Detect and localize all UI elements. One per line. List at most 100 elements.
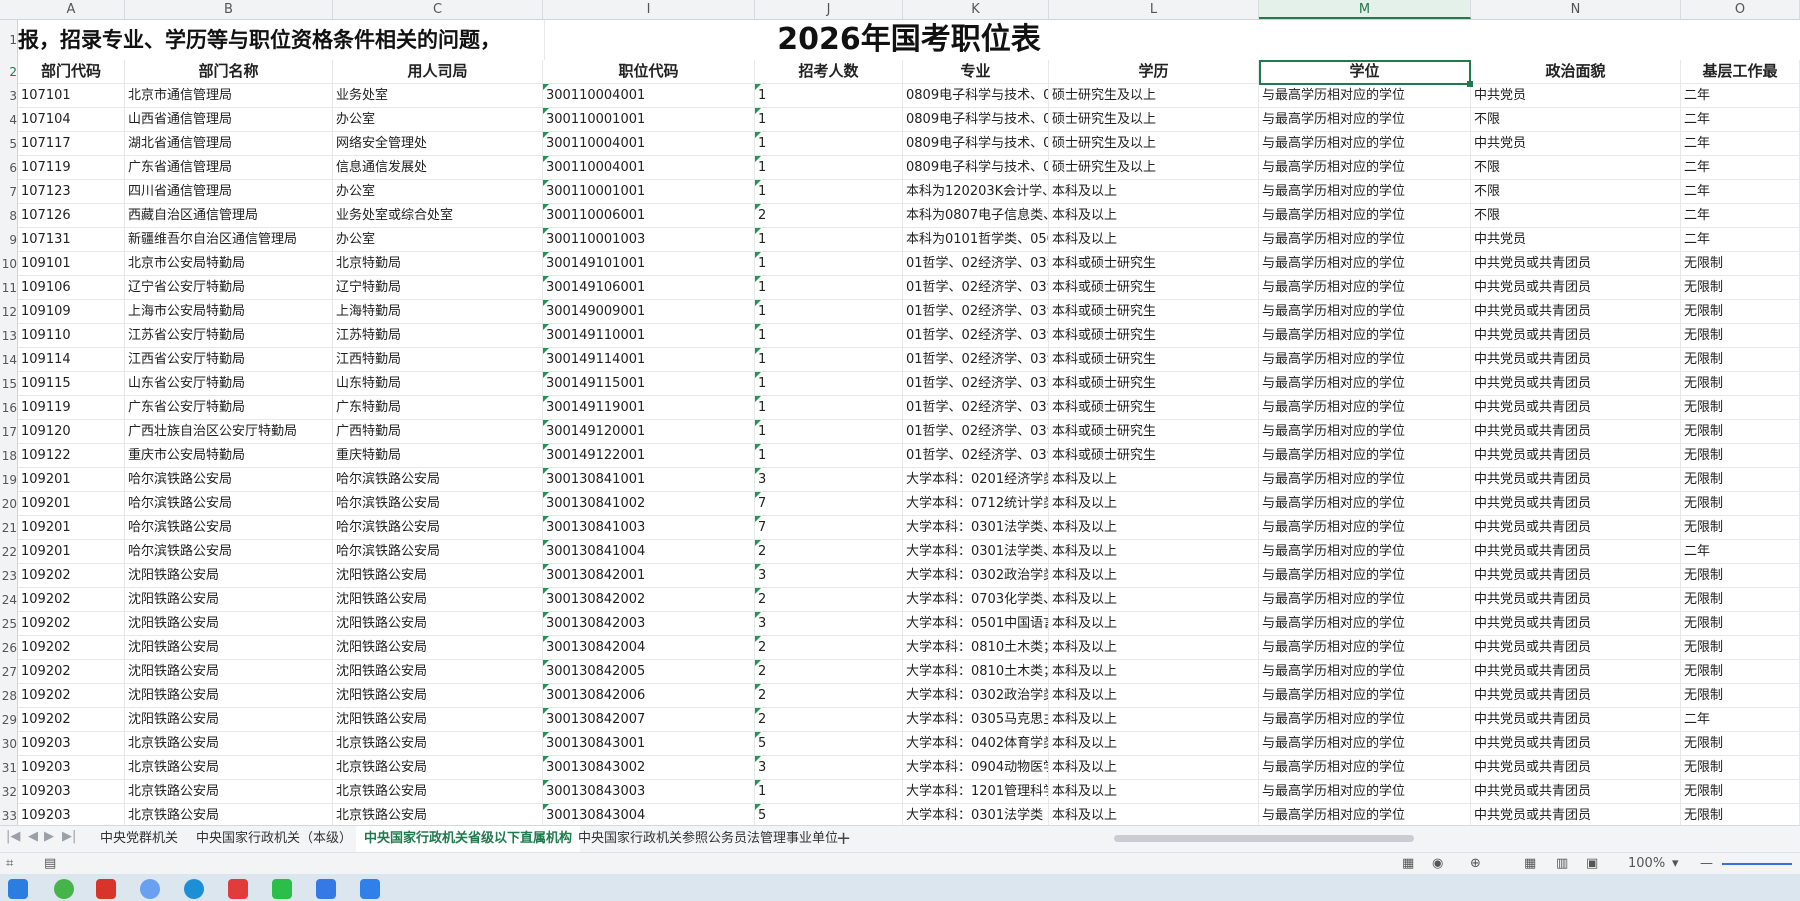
sheet-title[interactable]: 2026年国考职位表 (544, 20, 1274, 60)
table-cell[interactable]: 107117 (18, 132, 125, 156)
table-cell[interactable]: 山东特勤局 (333, 372, 543, 396)
table-cell[interactable]: 中共党员或共青团员 (1471, 732, 1681, 756)
table-cell[interactable]: 300149114001 (543, 348, 755, 372)
table-cell[interactable]: 无限制 (1681, 612, 1800, 636)
sheet-tab[interactable]: 中央国家行政机关参照公务员法管理事业单位 (570, 826, 846, 852)
table-cell[interactable]: 本科及以上 (1049, 516, 1259, 540)
row-header[interactable]: 33 (0, 804, 18, 825)
row-header[interactable]: 24 (0, 588, 18, 612)
table-cell[interactable]: 300130842005 (543, 660, 755, 684)
table-cell[interactable]: 中共党员或共青团员 (1471, 516, 1681, 540)
row-header[interactable]: 2 (0, 60, 18, 84)
table-cell[interactable]: 沈阳铁路公安局 (333, 612, 543, 636)
table-cell[interactable]: 本科及以上 (1049, 732, 1259, 756)
table-cell[interactable]: 新疆维吾尔自治区通信管理局 (125, 228, 333, 252)
row-header[interactable]: 14 (0, 348, 18, 372)
table-cell[interactable]: 无限制 (1681, 396, 1800, 420)
table-cell[interactable]: 本科或硕士研究生 (1049, 420, 1259, 444)
prev-sheet-icon[interactable]: ◀ (28, 829, 38, 844)
table-cell[interactable]: 硕士研究生及以上 (1049, 156, 1259, 180)
table-cell[interactable]: 无限制 (1681, 684, 1800, 708)
table-cell[interactable]: 与最高学历相对应的学位 (1259, 444, 1471, 468)
column-title-cell[interactable]: 用人司局 (333, 60, 543, 84)
table-cell[interactable]: 本科为120203K会计学、 (903, 180, 1049, 204)
table-cell[interactable]: 中共党员或共青团员 (1471, 372, 1681, 396)
next-sheet-icon[interactable]: ▶ (44, 829, 54, 844)
table-cell[interactable]: 业务处室或综合处室 (333, 204, 543, 228)
table-cell[interactable]: 北京铁路公安局 (125, 732, 333, 756)
table-cell[interactable]: 109202 (18, 636, 125, 660)
table-cell[interactable]: 北京特勤局 (333, 252, 543, 276)
table-cell[interactable]: 109109 (18, 300, 125, 324)
table-cell[interactable]: 不限 (1471, 108, 1681, 132)
table-cell[interactable]: 109119 (18, 396, 125, 420)
table-cell[interactable]: 中共党员或共青团员 (1471, 564, 1681, 588)
table-cell[interactable]: 与最高学历相对应的学位 (1259, 84, 1471, 108)
table-cell[interactable]: 300130841003 (543, 516, 755, 540)
table-cell[interactable]: 与最高学历相对应的学位 (1259, 156, 1471, 180)
table-cell[interactable]: 湖北省通信管理局 (125, 132, 333, 156)
column-header-m[interactable]: M (1259, 0, 1471, 19)
table-cell[interactable]: 109115 (18, 372, 125, 396)
horizontal-scrollbar[interactable] (1102, 835, 1682, 843)
table-cell[interactable]: 二年 (1681, 204, 1800, 228)
table-cell[interactable]: 2 (755, 204, 903, 228)
row-header[interactable]: 6 (0, 156, 18, 180)
table-cell[interactable]: 1 (755, 420, 903, 444)
column-header-k[interactable]: K (903, 0, 1049, 19)
table-cell[interactable]: 3 (755, 612, 903, 636)
table-cell[interactable]: 本科及以上 (1049, 756, 1259, 780)
table-cell[interactable]: 与最高学历相对应的学位 (1259, 348, 1471, 372)
table-cell[interactable]: 本科或硕士研究生 (1049, 324, 1259, 348)
column-title-cell[interactable]: 学位 (1259, 60, 1471, 84)
scrollbar-thumb[interactable] (1114, 835, 1414, 842)
row-header[interactable]: 16 (0, 396, 18, 420)
table-cell[interactable]: 大学本科：0904动物医学 (903, 756, 1049, 780)
table-cell[interactable]: 300110004001 (543, 132, 755, 156)
table-cell[interactable]: 300149115001 (543, 372, 755, 396)
table-cell[interactable]: 沈阳铁路公安局 (125, 612, 333, 636)
column-title-cell[interactable]: 部门名称 (125, 60, 333, 84)
table-cell[interactable]: 中共党员 (1471, 84, 1681, 108)
table-cell[interactable]: 中共党员或共青团员 (1471, 660, 1681, 684)
last-sheet-icon[interactable]: ▶| (62, 829, 76, 844)
table-cell[interactable]: 大学本科：0302政治学类 (903, 684, 1049, 708)
table-cell[interactable]: 本科为0807电子信息类、 (903, 204, 1049, 228)
row-header[interactable]: 9 (0, 228, 18, 252)
table-cell[interactable]: 与最高学历相对应的学位 (1259, 732, 1471, 756)
table-cell[interactable]: 无限制 (1681, 492, 1800, 516)
column-title-cell[interactable]: 学历 (1049, 60, 1259, 84)
table-cell[interactable]: 二年 (1681, 540, 1800, 564)
row-header[interactable]: 23 (0, 564, 18, 588)
row-header[interactable]: 25 (0, 612, 18, 636)
column-header-l[interactable]: L (1049, 0, 1259, 19)
page-layout-icon[interactable]: ▥ (1556, 856, 1568, 871)
snap-icon[interactable]: ⊕ (1470, 856, 1481, 871)
edge-icon[interactable] (184, 879, 204, 899)
table-cell[interactable]: 本科或硕士研究生 (1049, 372, 1259, 396)
table-cell[interactable]: 大学本科：0810土木类； (903, 660, 1049, 684)
table-cell[interactable]: 中共党员或共青团员 (1471, 684, 1681, 708)
table-cell[interactable]: 300110004001 (543, 84, 755, 108)
column-title-cell[interactable]: 职位代码 (543, 60, 755, 84)
table-cell[interactable]: 本科或硕士研究生 (1049, 276, 1259, 300)
table-cell[interactable]: 与最高学历相对应的学位 (1259, 780, 1471, 804)
table-cell[interactable]: 网络安全管理处 (333, 132, 543, 156)
table-cell[interactable]: 中共党员或共青团员 (1471, 468, 1681, 492)
table-cell[interactable]: 上海特勤局 (333, 300, 543, 324)
table-cell[interactable]: 0809电子科学与技术、08 (903, 108, 1049, 132)
table-cell[interactable]: 无限制 (1681, 276, 1800, 300)
table-cell[interactable]: 二年 (1681, 84, 1800, 108)
column-title-cell[interactable]: 部门代码 (18, 60, 125, 84)
table-cell[interactable]: 1 (755, 84, 903, 108)
table-cell[interactable]: 本科及以上 (1049, 780, 1259, 804)
table-cell[interactable]: 本科为0101哲学类、0503 (903, 228, 1049, 252)
table-cell[interactable]: 与最高学历相对应的学位 (1259, 540, 1471, 564)
table-cell[interactable]: 大学本科：0305马克思主 (903, 708, 1049, 732)
table-cell[interactable]: 中共党员或共青团员 (1471, 636, 1681, 660)
table-cell[interactable]: 109201 (18, 540, 125, 564)
row-header[interactable]: 7 (0, 180, 18, 204)
table-cell[interactable]: 01哲学、02经济学、03法 (903, 300, 1049, 324)
table-cell[interactable]: 300149122001 (543, 444, 755, 468)
table-cell[interactable]: 二年 (1681, 156, 1800, 180)
